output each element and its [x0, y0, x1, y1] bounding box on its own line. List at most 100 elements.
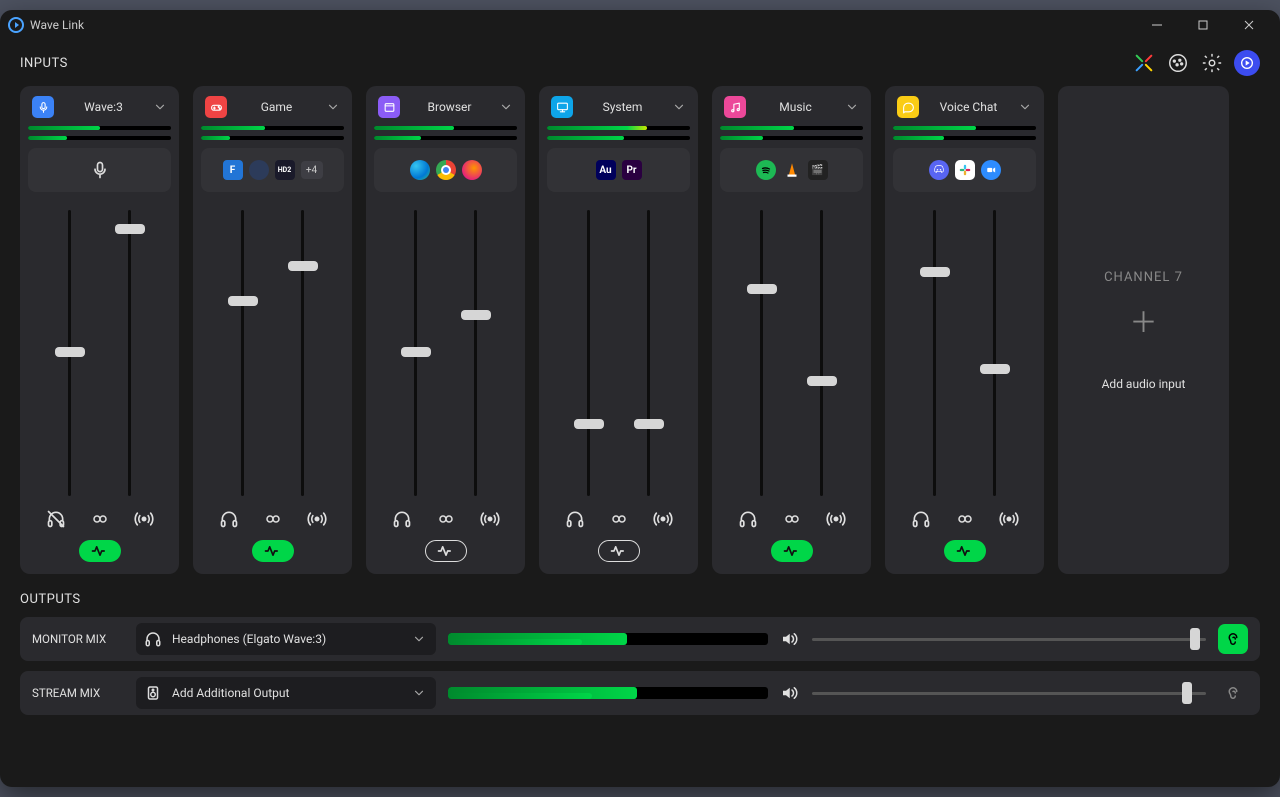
titlebar: Wave Link — [0, 10, 1280, 40]
listen-toggle[interactable] — [1218, 624, 1248, 654]
window-minimize-button[interactable] — [1134, 10, 1180, 40]
output-row: STREAM MIX Add Additional Output — [20, 671, 1260, 715]
output-volume-slider[interactable] — [812, 692, 1206, 695]
output-device-name: Add Additional Output — [172, 686, 289, 700]
window-close-button[interactable] — [1226, 10, 1272, 40]
level-meter — [201, 126, 344, 130]
monitor-fader[interactable] — [50, 210, 90, 496]
monitor-fader[interactable] — [742, 210, 782, 496]
app-icon: F — [223, 160, 243, 180]
speaker-icon — [144, 684, 162, 702]
app-window: Wave Link INPUTS — [0, 10, 1280, 787]
monitor-fader[interactable] — [569, 210, 609, 496]
channel-name: Game — [227, 100, 326, 114]
chevron-down-icon[interactable] — [326, 100, 340, 114]
add-channel-card[interactable]: CHANNEL 7 ＋ Add audio input — [1058, 86, 1229, 574]
gear-icon[interactable] — [1200, 51, 1224, 75]
input-channel: Music 🎬 — [712, 86, 871, 574]
game-app-icon — [249, 160, 269, 180]
chevron-down-icon[interactable] — [499, 100, 513, 114]
stream-mute-button[interactable] — [825, 508, 847, 530]
chevron-down-icon[interactable] — [672, 100, 686, 114]
level-meter — [201, 136, 344, 140]
stream-mute-button[interactable] — [133, 508, 155, 530]
add-channel-action: Add audio input — [1102, 377, 1186, 391]
level-meter — [547, 136, 690, 140]
effects-toggle[interactable] — [79, 540, 121, 562]
chrome-app-icon — [436, 160, 456, 180]
stream-mute-button[interactable] — [306, 508, 328, 530]
volume-icon — [780, 630, 800, 648]
stream-mute-button[interactable] — [998, 508, 1020, 530]
slack-app-icon — [955, 160, 975, 180]
chevron-down-icon[interactable] — [1018, 100, 1032, 114]
app-icon: HD2 — [275, 160, 295, 180]
stream-fader[interactable] — [283, 210, 323, 496]
chevron-down-icon — [412, 632, 426, 646]
elgato-icon[interactable] — [1234, 50, 1260, 76]
channel-type-icon — [897, 96, 919, 118]
effects-toggle[interactable] — [944, 540, 986, 562]
level-meter — [547, 126, 690, 130]
more-apps-badge[interactable]: +4 — [301, 161, 323, 179]
input-channel: Browser — [366, 86, 525, 574]
listen-toggle[interactable] — [1218, 678, 1248, 708]
channel-apps: AuPr — [547, 148, 690, 192]
discord-app-icon — [929, 160, 949, 180]
stream-mute-button[interactable] — [479, 508, 501, 530]
plugins-icon[interactable] — [1132, 51, 1156, 75]
monitor-mute-button[interactable] — [910, 508, 932, 530]
output-device-select[interactable]: Add Additional Output — [136, 677, 436, 709]
input-channel: Voice Chat — [885, 86, 1044, 574]
chevron-down-icon[interactable] — [845, 100, 859, 114]
chevron-down-icon[interactable] — [153, 100, 167, 114]
microphone-icon — [90, 160, 110, 180]
link-faders-button[interactable] — [954, 508, 976, 530]
mediaplayer-app-icon: 🎬 — [808, 160, 828, 180]
output-device-select[interactable]: Headphones (Elgato Wave:3) — [136, 623, 436, 655]
monitor-mute-button[interactable] — [218, 508, 240, 530]
equalizer-icon[interactable] — [1166, 51, 1190, 75]
channel-name: System — [573, 100, 672, 114]
level-meter — [28, 126, 171, 130]
level-meter — [893, 136, 1036, 140]
monitor-mute-button[interactable] — [564, 508, 586, 530]
effects-toggle[interactable] — [598, 540, 640, 562]
link-faders-button[interactable] — [262, 508, 284, 530]
stream-fader[interactable] — [456, 210, 496, 496]
vlc-app-icon — [782, 160, 802, 180]
monitor-mute-button[interactable] — [391, 508, 413, 530]
effects-toggle[interactable] — [771, 540, 813, 562]
stream-fader[interactable] — [629, 210, 669, 496]
window-maximize-button[interactable] — [1180, 10, 1226, 40]
channel-name: Wave:3 — [54, 100, 153, 114]
monitor-fader[interactable] — [223, 210, 263, 496]
output-level-meter — [448, 687, 768, 699]
stream-fader[interactable] — [802, 210, 842, 496]
channel-apps: 🎬 — [720, 148, 863, 192]
app-icon: Pr — [622, 160, 642, 180]
stream-mute-button[interactable] — [652, 508, 674, 530]
effects-toggle[interactable] — [425, 540, 467, 562]
level-meter — [28, 136, 171, 140]
level-meter — [720, 136, 863, 140]
link-faders-button[interactable] — [781, 508, 803, 530]
app-logo-icon — [8, 17, 24, 33]
monitor-mute-button[interactable] — [45, 508, 67, 530]
link-faders-button[interactable] — [89, 508, 111, 530]
outputs-section-title: OUTPUTS — [20, 592, 1260, 607]
monitor-fader[interactable] — [396, 210, 436, 496]
link-faders-button[interactable] — [435, 508, 457, 530]
monitor-mute-button[interactable] — [737, 508, 759, 530]
output-volume-slider[interactable] — [812, 638, 1206, 641]
link-faders-button[interactable] — [608, 508, 630, 530]
stream-fader[interactable] — [110, 210, 150, 496]
monitor-fader[interactable] — [915, 210, 955, 496]
output-device-name: Headphones (Elgato Wave:3) — [172, 632, 326, 646]
effects-toggle[interactable] — [252, 540, 294, 562]
zoom-app-icon — [981, 160, 1001, 180]
level-meter — [374, 126, 517, 130]
input-channel: Wave:3 — [20, 86, 179, 574]
stream-fader[interactable] — [975, 210, 1015, 496]
channel-apps: F HD2 +4 — [201, 148, 344, 192]
